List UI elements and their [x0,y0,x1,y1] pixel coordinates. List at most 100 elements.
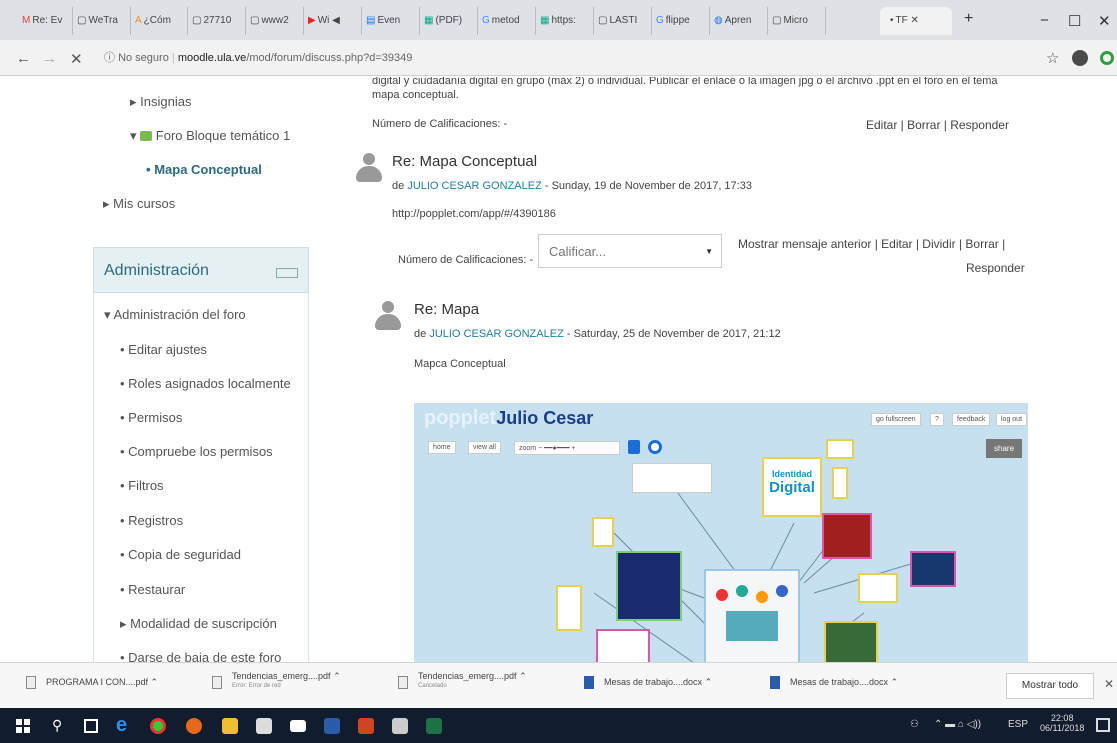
forward-button[interactable]: → [42,50,57,67]
admin-item-filtros[interactable]: • Filtros [120,478,164,493]
post-byline: de JULIO CESAR GONZALEZ - Sunday, 19 de … [392,180,752,192]
tray-icons[interactable]: ⌃ ▬ ⌂ ◁)) [934,719,981,730]
chevron-up-icon[interactable]: ⌃ [333,671,341,681]
tab-www2[interactable]: ▢ www2 [248,7,304,35]
download-item[interactable]: Tendencias_emerg....pdf ⌃ Cancelado [418,671,527,689]
sidebar-item-label: Foro Bloque temático 1 [155,128,291,143]
tab-pdf[interactable]: ▦ (PDF) [422,7,478,35]
minimize-button[interactable]: − [1040,12,1049,29]
admin-item-registros[interactable]: • Registros [120,513,183,528]
tab-label: www2 [261,15,289,26]
close-tab-icon[interactable]: ✕ [911,15,919,26]
chrome-icon[interactable] [150,718,166,734]
mindmap-node-image [596,629,650,662]
post-body: Mapca Conceptual [414,358,506,370]
language-indicator[interactable]: ESP [1008,719,1028,730]
show-all-downloads-button[interactable]: Mostrar todo [1006,673,1094,699]
close-downloads-icon[interactable]: ✕ [1104,677,1114,691]
windows-start-icon[interactable] [16,719,30,733]
bookmark-star-icon[interactable]: ☆ [1046,49,1059,67]
pdf-file-icon [212,676,222,689]
page-icon: ▢ [598,15,608,26]
store-icon[interactable] [256,718,272,734]
new-tab-button[interactable]: + [964,10,973,28]
admin-item-darse-de-baja[interactable]: • Darse de baja de este foro [120,650,281,662]
post-title: Re: Mapa Conceptual [392,153,538,170]
post-body: http://popplet.com/app/#/4390186 [392,208,556,220]
chevron-up-icon[interactable]: ⌃ [705,677,713,687]
page-icon: ▦ [540,15,550,26]
admin-item-permisos[interactable]: • Permisos [120,410,182,425]
mail-icon[interactable] [290,720,306,732]
firefox-icon[interactable] [186,718,202,734]
file-explorer-icon[interactable] [222,718,238,734]
rating-select[interactable]: Calificar... ▼ [538,234,722,268]
clock[interactable]: 22:08 06/11/2018 [1040,713,1084,733]
block-dock-icon[interactable] [276,268,298,278]
calculator-icon[interactable] [392,718,408,734]
download-item[interactable]: Tendencias_emerg....pdf ⌃ Error: Error de… [232,671,341,689]
tab-como[interactable]: A ¿Cóm [133,7,188,35]
back-button[interactable]: ← [16,50,31,67]
tab-https[interactable]: ▦ https: [538,7,594,35]
sidebar-item-mis-cursos[interactable]: ▸ Mis cursos [103,196,175,212]
tab-eventos[interactable]: ▤ Even [364,7,420,35]
tab-google-flipped[interactable]: Gflippe [654,7,710,35]
tab-gmail[interactable]: M Re: Ev [20,7,73,35]
edge-icon[interactable]: e [116,714,127,737]
download-item[interactable]: Mesas de trabajo....docx ⌃ [604,677,712,688]
admin-item-comprobar-permisos[interactable]: • Compruebe los permisos [120,444,273,459]
chevron-up-icon[interactable]: ⌃ [891,677,899,687]
sidebar-item-foro[interactable]: ▾ Foro Bloque temático 1 [130,128,290,144]
sidebar-item-mapa-conceptual[interactable]: • Mapa Conceptual [146,162,262,177]
admin-item-modalidad-suscripcion[interactable]: ▸ Modalidad de suscripción [120,616,277,632]
url-field[interactable]: ⓘ No seguro | moodle.ula.ve/mod/forum/di… [104,48,1034,68]
admin-item-restaurar[interactable]: • Restaurar [120,582,185,597]
downloads-bar: PROGRAMA I CON....pdf ⌃ Tendencias_emerg… [0,662,1117,708]
excel-icon[interactable] [426,718,442,734]
tab-label: Apren [724,15,752,26]
close-window-button[interactable]: ✕ [1098,12,1111,30]
page-content: ▸ Insignias ▾ Foro Bloque temático 1 • M… [0,77,1117,662]
chevron-up-icon[interactable]: ⌃ [519,671,527,681]
people-icon[interactable]: ⚇ [910,719,919,730]
admin-item-roles[interactable]: • Roles asignados localmente [120,376,291,391]
download-item[interactable]: PROGRAMA I CON....pdf ⌃ [46,677,158,688]
tab-micro[interactable]: ▢ Micro [770,7,826,35]
extension-icon[interactable] [1100,51,1114,65]
mindmap-node-image [704,569,800,662]
author-link[interactable]: JULIO CESAR GONZALEZ [429,328,563,340]
browser-tab-strip: M Re: Ev ▢ WeTra A ¿Cóm ▢ 27710 ▢ www2 ▶ Wi ◀ … [0,0,1117,40]
reply-link[interactable]: Responder [966,261,1025,275]
sidebar-item-insignias[interactable]: ▸ Insignias [130,94,191,110]
page-icon: ▢ [772,15,782,26]
mindmap-node [858,573,898,603]
tab-wetransfer[interactable]: ▢ WeTra [75,7,131,35]
task-view-icon[interactable] [84,719,98,733]
reload-button[interactable]: ✕ [70,50,83,68]
word-icon[interactable] [324,718,340,734]
tab-label: (PDF) [435,15,463,26]
admin-block-header: Administración [93,247,309,293]
youtube-icon: ▶ [308,15,316,26]
info-icon[interactable]: ⓘ [104,52,115,64]
download-item[interactable]: Mesas de trabajo....docx ⌃ [790,677,898,688]
tab-lasti[interactable]: ▢ LASTI [596,7,652,35]
tab-active[interactable]: • TF ✕ [880,7,952,35]
maximize-button[interactable]: ☐ [1068,12,1081,30]
tab-27710[interactable]: ▢ 27710 [190,7,246,35]
notifications-icon[interactable] [1096,718,1110,732]
admin-item-copia-seguridad[interactable]: • Copia de seguridad [120,547,241,562]
admin-section-foro[interactable]: ▾ Administración del foro [104,307,246,323]
profile-avatar[interactable] [1072,50,1088,66]
tab-google-metod[interactable]: Gmetod [480,7,536,35]
tab-youtube[interactable]: ▶ Wi ◀ [306,7,362,35]
author-link[interactable]: JULIO CESAR GONZALEZ [407,180,541,192]
search-icon[interactable]: ⚲ [52,717,62,734]
post-actions[interactable]: Mostrar mensaje anterior | Editar | Divi… [738,237,1005,251]
tab-aprende[interactable]: ◍ Apren [712,7,768,35]
admin-item-editar-ajustes[interactable]: • Editar ajustes [120,342,207,357]
powerpoint-icon[interactable] [358,718,374,734]
chevron-up-icon[interactable]: ⌃ [151,677,159,687]
post-actions[interactable]: Editar | Borrar | Responder [866,118,1009,132]
